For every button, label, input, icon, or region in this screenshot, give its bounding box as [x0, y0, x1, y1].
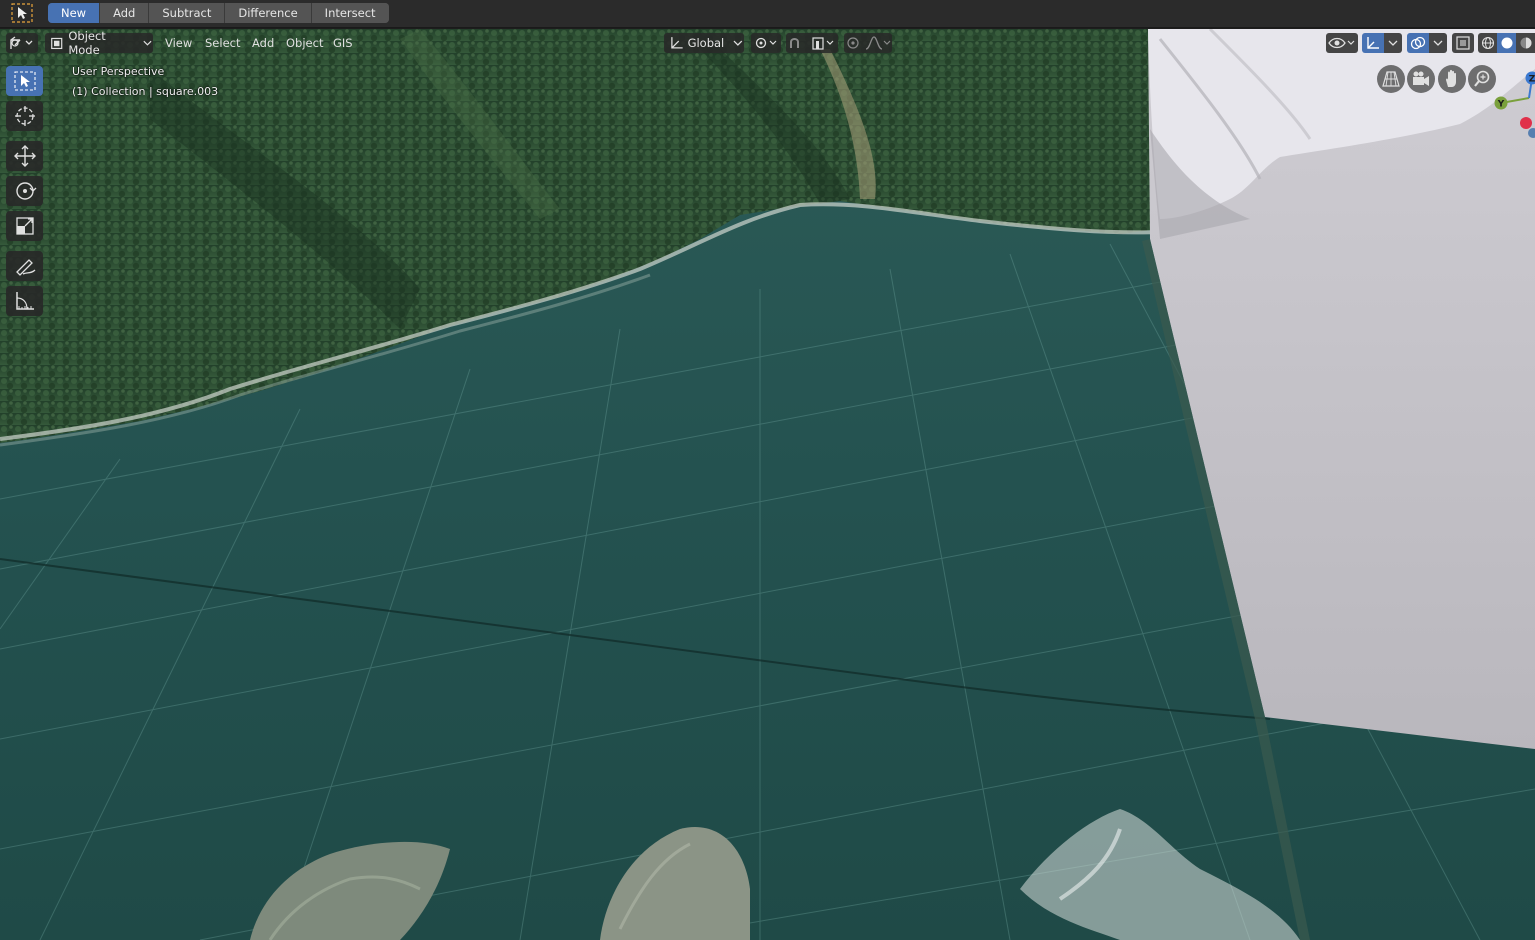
- rotate-icon: [15, 182, 36, 200]
- material-shading-button[interactable]: [1516, 33, 1535, 53]
- proportional-edit-controls[interactable]: [844, 33, 892, 53]
- wireframe-shading-icon: [1481, 36, 1494, 50]
- measure-tool[interactable]: [6, 286, 43, 316]
- select-box-icon: [11, 3, 33, 23]
- menu-add[interactable]: Add: [245, 33, 281, 53]
- viewport-header: Object Mode View Select Add Object GIS G…: [0, 29, 1535, 57]
- collection-info-label: (1) Collection | square.003: [72, 85, 219, 98]
- tool-settings-header: New Add Subtract Difference Intersect: [0, 0, 1535, 28]
- annotate-icon: [15, 259, 35, 276]
- overlay-toggle[interactable]: [1407, 33, 1447, 53]
- solid-shading-icon: [1501, 37, 1512, 49]
- pivot-icon: [755, 37, 777, 49]
- menu-gis[interactable]: GIS: [326, 33, 360, 53]
- pan-view-button[interactable]: [1438, 65, 1466, 93]
- mode-label: Object Mode: [68, 29, 106, 57]
- solid-shading-button[interactable]: [1497, 33, 1516, 53]
- boolean-operation-group: New Add Subtract Difference Intersect: [48, 3, 389, 23]
- new-button[interactable]: New: [48, 3, 101, 23]
- chevron-down-icon: [143, 40, 152, 46]
- difference-button[interactable]: Difference: [225, 3, 312, 23]
- pan-hand-icon: [1446, 69, 1456, 87]
- snap-controls[interactable]: [786, 33, 838, 53]
- scene-render: [0, 29, 1535, 940]
- 3d-viewport[interactable]: [0, 29, 1535, 940]
- scale-icon: [15, 217, 34, 235]
- navigation-gizmo[interactable]: Y Z: [1488, 66, 1535, 141]
- z-axis-label: Z: [1529, 75, 1535, 85]
- move-icon: [13, 145, 36, 167]
- view-name-label: User Perspective: [72, 65, 165, 78]
- snap-magnet-icon: [790, 37, 834, 50]
- add-button[interactable]: Add: [100, 3, 150, 23]
- 3d-viewport-icon: [10, 36, 33, 49]
- neg-z-axis-handle[interactable]: [1528, 128, 1535, 138]
- y-axis-label: Y: [1497, 100, 1505, 110]
- chevron-down-icon: [1388, 40, 1398, 46]
- transform-orientation-selector[interactable]: Global: [664, 33, 744, 53]
- perspective-grid-icon: [1382, 71, 1400, 87]
- menu-object[interactable]: Object: [279, 33, 330, 53]
- orientation-label: Global: [687, 36, 725, 50]
- eye-icon: [1328, 37, 1355, 49]
- editor-type-selector[interactable]: [6, 33, 38, 53]
- xray-icon: [1456, 36, 1470, 50]
- visibility-selector[interactable]: [1326, 33, 1358, 53]
- cursor-tool[interactable]: [6, 101, 43, 131]
- shading-mode-group: [1478, 33, 1535, 53]
- chevron-down-icon: [1433, 40, 1443, 46]
- chevron-down-icon: [733, 40, 743, 46]
- camera-view-button[interactable]: [1407, 65, 1435, 93]
- material-shading-icon: [1520, 37, 1531, 49]
- cursor-icon: [14, 106, 35, 126]
- menu-select[interactable]: Select: [198, 33, 247, 53]
- active-tool-indicator[interactable]: [9, 1, 35, 25]
- scale-tool[interactable]: [6, 211, 43, 241]
- gizmo-icon: [1367, 37, 1379, 49]
- subtract-button[interactable]: Subtract: [149, 3, 226, 23]
- object-mode-icon: [51, 37, 63, 50]
- measure-icon: [15, 292, 34, 310]
- x-axis-handle[interactable]: [1520, 117, 1532, 129]
- xray-toggle[interactable]: [1452, 33, 1474, 53]
- mode-selector[interactable]: Object Mode: [45, 29, 153, 57]
- select-box-tool[interactable]: [6, 66, 43, 96]
- pivot-point-selector[interactable]: [751, 33, 781, 53]
- move-tool[interactable]: [6, 141, 43, 171]
- intersect-button[interactable]: Intersect: [311, 3, 389, 23]
- rotate-tool[interactable]: [6, 176, 43, 206]
- proportional-edit-icon: [847, 36, 891, 50]
- gizmo-toggle[interactable]: [1362, 33, 1402, 53]
- menu-view[interactable]: View: [158, 33, 199, 53]
- annotate-tool[interactable]: [6, 251, 43, 281]
- overlay-icon: [1410, 36, 1426, 50]
- perspective-toggle-button[interactable]: [1377, 65, 1405, 93]
- select-box-icon: [13, 71, 36, 91]
- camera-view-icon: [1413, 71, 1429, 86]
- wireframe-shading-button[interactable]: [1478, 33, 1497, 53]
- orientation-axes-icon: [671, 37, 683, 49]
